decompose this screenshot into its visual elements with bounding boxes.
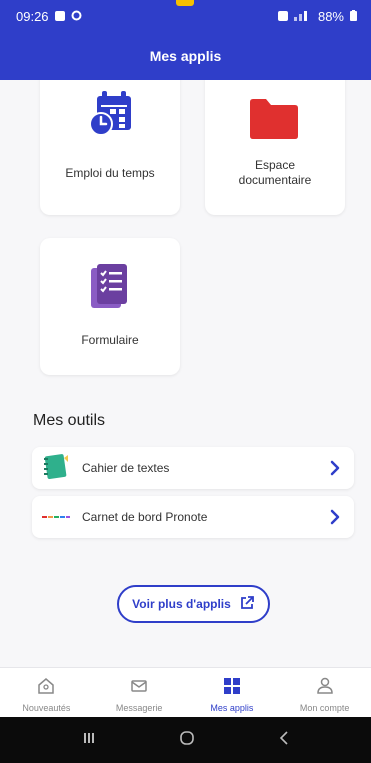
app-card-espace-documentaire[interactable]: Espace documentaire	[205, 80, 345, 215]
app-label: Emploi du temps	[65, 166, 155, 180]
nav-item-mon-compte[interactable]: Mon compte	[278, 668, 371, 717]
nav-item-nouveautes[interactable]: Nouveautés	[0, 668, 93, 717]
notebook-icon	[42, 452, 70, 485]
app-label: Espace documentaire	[238, 158, 312, 187]
battery-icon	[350, 9, 357, 24]
apps-content[interactable]: Emploi du temps Espace documentaire Form…	[0, 80, 371, 667]
checklist-form-icon	[89, 262, 133, 317]
tool-label: Cahier de textes	[82, 461, 170, 475]
section-title-mes-outils: Mes outils	[33, 412, 106, 429]
page-title: Mes applis	[149, 48, 222, 64]
chevron-right-icon[interactable]	[322, 504, 348, 530]
nav-label: Messagerie	[115, 703, 163, 713]
home-button-icon[interactable]	[178, 729, 196, 752]
more-button-label: Voir plus d'applis	[132, 597, 231, 611]
voir-plus-applis-button[interactable]: Voir plus d'applis	[117, 585, 270, 623]
app-notification-icon	[71, 9, 82, 24]
tool-cahier-de-textes[interactable]: Cahier de textes	[32, 447, 354, 489]
app-bar: Mes applis	[0, 32, 371, 80]
app-card-emploi-du-temps[interactable]: Emploi du temps	[40, 80, 180, 215]
nav-label: Mon compte	[299, 703, 350, 713]
tool-carnet-de-bord-pronote[interactable]: Carnet de bord Pronote	[32, 496, 354, 538]
external-link-icon	[239, 595, 255, 614]
tool-label: Carnet de bord Pronote	[82, 510, 208, 524]
grid-icon	[222, 676, 242, 701]
home-icon	[36, 676, 56, 701]
user-icon	[315, 676, 335, 701]
battery-level: 88%	[317, 8, 344, 24]
signal-icon	[293, 9, 312, 24]
bottom-navigation: Nouveautés Messagerie Mes applis Mon com…	[0, 667, 371, 717]
recent-apps-icon[interactable]	[81, 730, 97, 751]
calendar-clock-icon	[83, 88, 139, 149]
nav-label: Mes applis	[210, 703, 254, 713]
back-icon[interactable]	[277, 730, 291, 751]
status-left: 09:26	[16, 9, 82, 24]
status-right: 88%	[277, 8, 357, 24]
system-navigation-bar	[0, 717, 371, 763]
nav-item-mes-applis[interactable]: Mes applis	[186, 668, 279, 717]
nav-item-messagerie[interactable]: Messagerie	[93, 668, 186, 717]
pronote-logo-icon	[42, 508, 70, 526]
chevron-right-icon[interactable]	[322, 455, 348, 481]
app-card-formulaire[interactable]: Formulaire	[40, 238, 180, 375]
status-time: 09:26	[16, 8, 49, 24]
nav-label: Nouveautés	[22, 703, 71, 713]
mail-icon	[129, 676, 149, 701]
folder-icon	[248, 98, 300, 145]
app-label: Formulaire	[81, 333, 139, 347]
camera-indicator	[176, 0, 194, 6]
gallery-status-icon	[277, 11, 288, 21]
gallery-notification-icon	[54, 11, 65, 21]
